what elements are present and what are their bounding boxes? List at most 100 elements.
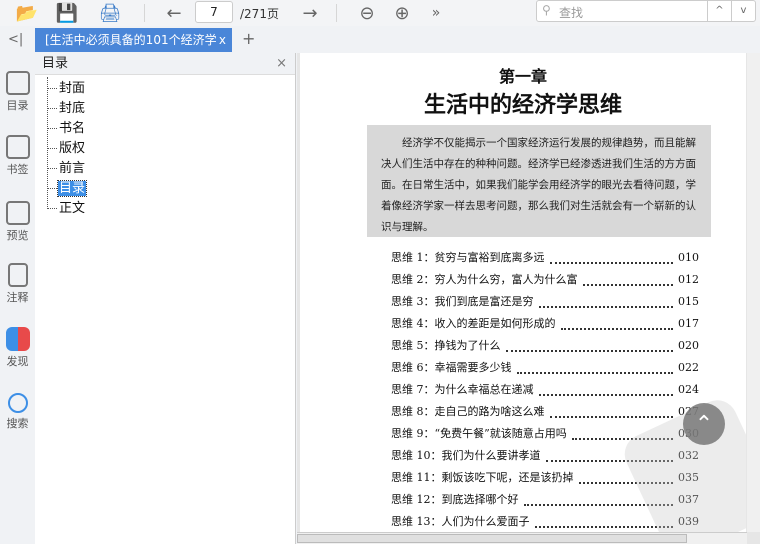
toc-entry-title: 思维 11：剩饭该吃下呢，还是该扔掉: [391, 471, 574, 484]
toc-node[interactable]: 封底: [47, 97, 86, 117]
rail-item-preview[interactable]: 预览: [0, 201, 35, 243]
chapter-number: 第一章: [498, 67, 547, 86]
arrow-right-icon[interactable]: →: [298, 2, 322, 24]
toc-entry-page: 017: [678, 317, 699, 330]
panel-title: 目录: [42, 56, 69, 71]
toc-panel: 目录 × 封面 封底 书名 版权 前言 目录 正文: [35, 53, 296, 544]
tab-bar: <| [生活中必须具备的101个经济学 x +: [0, 28, 760, 52]
tab-document[interactable]: [生活中必须具备的101个经济学 x: [35, 28, 232, 52]
page-number-input[interactable]: 7: [195, 1, 233, 23]
toc-node[interactable]: 前言: [47, 157, 86, 177]
toc-entry-page: 012: [678, 273, 699, 286]
toc-entry[interactable]: 思维 8：走自己的路为啥这么难027: [391, 404, 699, 426]
rail-item-discover[interactable]: 发现: [0, 327, 35, 369]
toc-node[interactable]: 封面: [47, 77, 86, 97]
dot-leader: [549, 404, 673, 418]
toc-node[interactable]: 目录: [47, 177, 88, 197]
chapter-abstract: 经济学不仅能揭示一个国家经济运行发展的规律趋势，而且能解决人们生活中存在的种种问…: [367, 125, 711, 237]
rail-item-annotations[interactable]: 注释: [0, 263, 35, 305]
dot-leader: [516, 360, 673, 374]
zoom-in-icon[interactable]: ⊕: [390, 2, 414, 24]
print-icon[interactable]: 🖨: [98, 2, 122, 24]
scrollbar-thumb[interactable]: [297, 534, 687, 543]
toc-entry-title: 思维 9：“免费午餐”就该随意占用吗: [391, 427, 567, 440]
dot-leader: [538, 294, 673, 308]
toc-entry-title: 思维 13：人们为什么爱面子: [391, 515, 530, 528]
toc-entry-page: 022: [678, 361, 699, 374]
toc-node-label: 封底: [59, 101, 86, 116]
chapter-title: 生活中的经济学思维: [423, 92, 622, 118]
bookmark-icon: [5, 135, 30, 159]
rail-label: 书签: [6, 163, 29, 176]
rail-item-search[interactable]: 搜索: [0, 393, 35, 431]
search-prev-button[interactable]: ^: [707, 1, 731, 21]
save-icon[interactable]: 💾: [56, 2, 78, 24]
toc-node[interactable]: 正文: [47, 197, 86, 217]
back-to-top-button[interactable]: ⌃: [683, 403, 725, 445]
toc-entry-title: 思维 2：穷人为什么穷，富人为什么富: [391, 273, 578, 286]
collapse-sidebar-button[interactable]: <|: [8, 32, 23, 47]
toc-node-label: 书名: [59, 121, 86, 136]
open-folder-icon[interactable]: 📂: [14, 2, 40, 24]
rail-item-toc[interactable]: 目录: [0, 71, 35, 113]
toc-node[interactable]: 版权: [47, 137, 86, 157]
divider: [144, 4, 145, 22]
arrow-left-icon[interactable]: ←: [162, 2, 186, 24]
toc-entry-page: 020: [678, 339, 699, 352]
rail-item-bookmarks[interactable]: 书签: [0, 135, 35, 177]
rail-label: 搜索: [6, 417, 29, 430]
panel-close-button[interactable]: ×: [276, 53, 287, 75]
toc-node[interactable]: 书名: [47, 117, 86, 137]
toc-entry-title: 思维 7：为什么幸福总在递减: [391, 383, 534, 396]
search-icon: ⚲: [542, 3, 551, 17]
search-input[interactable]: 查找: [559, 4, 583, 21]
search-icon: [7, 393, 28, 413]
more-icon[interactable]: »: [424, 2, 448, 24]
discover-icon: [5, 327, 30, 351]
search-box[interactable]: ⚲ 查找 ^ v: [536, 0, 756, 22]
toc-entry[interactable]: 思维 2：穷人为什么穷，富人为什么富 012: [391, 272, 699, 294]
toc-entry[interactable]: 思维 6：幸福需要多少钱 022: [391, 360, 699, 382]
toc-node-label: 正文: [59, 201, 86, 216]
rail-label: 注释: [6, 291, 29, 304]
search-next-button[interactable]: v: [731, 1, 755, 21]
dot-leader: [549, 250, 673, 264]
vertical-scrollbar[interactable]: [747, 53, 760, 532]
list-icon: [5, 71, 30, 95]
dot-leader: [582, 272, 673, 286]
tab-label: [生活中必须具备的101个经济学: [45, 33, 217, 47]
toc-entry-page: 024: [678, 383, 699, 396]
annotation-icon: [7, 263, 28, 287]
toc-entry-title: 思维 3：我们到底是富还是穷: [391, 295, 534, 308]
toc-entry-page: 015: [678, 295, 699, 308]
divider: [336, 4, 337, 22]
zoom-out-icon[interactable]: ⊖: [355, 2, 379, 24]
dot-leader: [505, 338, 673, 352]
horizontal-scrollbar[interactable]: [297, 532, 747, 544]
toc-node-label: 目录: [56, 180, 88, 197]
toc-entry[interactable]: 思维 5：挣钱为了什么 020: [391, 338, 699, 360]
dot-leader: [538, 382, 673, 396]
chevron-up-icon: ⌃: [694, 412, 714, 437]
toc-entry-title: 思维 8：走自己的路为啥这么难: [391, 405, 545, 418]
tab-close-button[interactable]: x: [219, 28, 226, 52]
rail-label: 预览: [6, 229, 29, 242]
toc-entry-title: 思维 4：收入的差距是如何形成的: [391, 317, 556, 330]
toc-entry-page: 010: [678, 251, 699, 264]
toc-entry[interactable]: 思维 7：为什么幸福总在递减 024: [391, 382, 699, 404]
dot-leader: [560, 316, 673, 330]
toc-entry[interactable]: 思维 1：贫穷与富裕到底离多远 010: [391, 250, 699, 272]
document-page: 第一章 生活中的经济学思维 经济学不仅能揭示一个国家经济运行发展的规律趋势，而且…: [300, 53, 746, 532]
toc-entry[interactable]: 思维 4：收入的差距是如何形成的 017: [391, 316, 699, 338]
toc-entry-title: 思维 10：我们为什么要讲孝道: [391, 449, 541, 462]
new-tab-button[interactable]: +: [242, 29, 255, 48]
toc-entry[interactable]: 思维 3：我们到底是富还是穷 015: [391, 294, 699, 316]
toc-node-label: 前言: [59, 161, 86, 176]
toolbar: 📂 💾 🖨 ← 7 /271页 → ⊖ ⊕ » ⚲ 查找 ^ v: [0, 0, 760, 26]
toc-entry-title: 思维 12：到底选择哪个好: [391, 493, 519, 506]
panel-header: 目录 ×: [35, 53, 295, 75]
toc-entry-title: 思维 1：贫穷与富裕到底离多远: [391, 251, 545, 264]
document-view: 第一章 生活中的经济学思维 经济学不仅能揭示一个国家经济运行发展的规律趋势，而且…: [297, 53, 760, 544]
toc-node-label: 封面: [59, 81, 86, 96]
thumbnails-icon: [5, 201, 30, 225]
